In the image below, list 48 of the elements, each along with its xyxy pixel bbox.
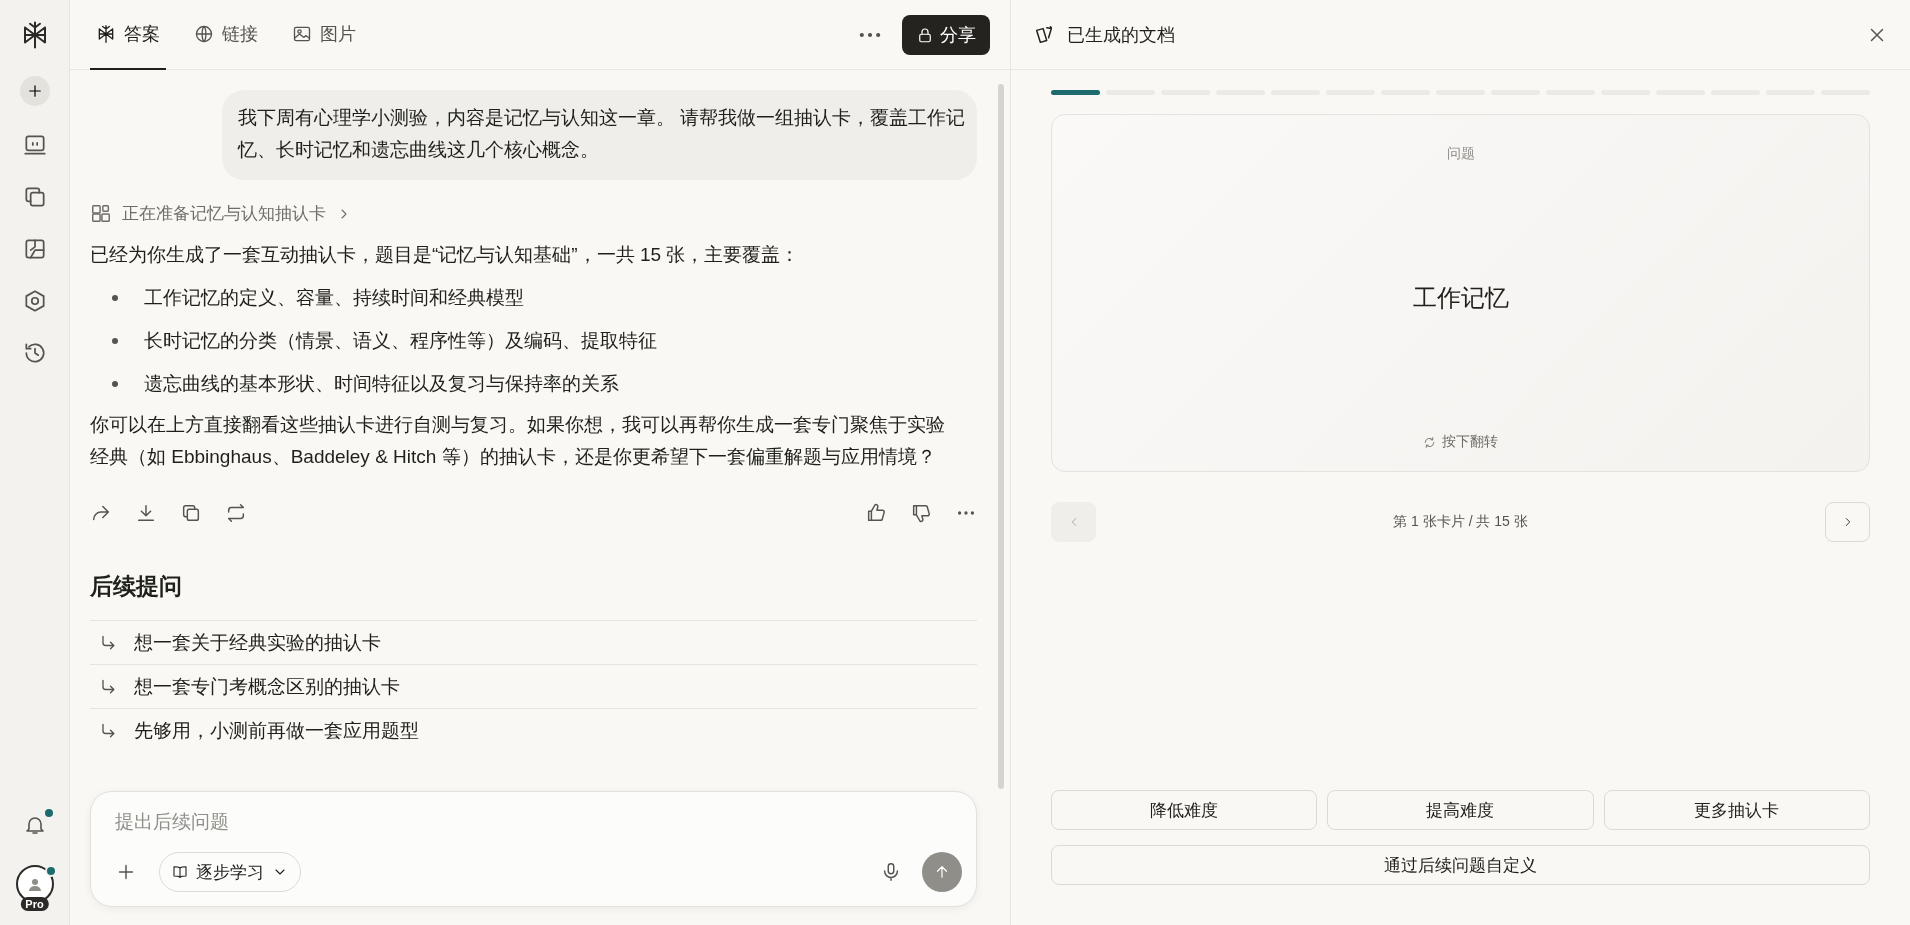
repeat-icon[interactable] (225, 502, 247, 524)
image-icon (292, 24, 312, 44)
flashcard[interactable]: 问题 工作记忆 按下翻转 (1051, 114, 1870, 472)
action-button[interactable]: 降低难度 (1051, 790, 1318, 830)
page-counter: 第 1 张卡片 / 共 15 张 (1392, 513, 1529, 531)
tab[interactable]: 图片 (286, 0, 362, 70)
new-thread-button[interactable] (19, 76, 50, 106)
blocks-icon (90, 202, 112, 225)
scrollbar[interactable] (998, 84, 1004, 789)
customize-button[interactable]: 通过后续问题自定义 (1051, 845, 1870, 885)
tab[interactable]: 链接 (188, 0, 264, 70)
list-item: 长时记忆的分类（情景、语义、程序性等）及编码、提取特征 (144, 329, 657, 353)
screen-icon[interactable] (21, 132, 48, 158)
panel-title: 已生成的文档 (1067, 23, 1176, 47)
thumbs-up-icon[interactable] (865, 502, 887, 524)
bullet-dot (112, 337, 118, 344)
logo-icon (96, 24, 116, 44)
send-button[interactable] (922, 852, 962, 892)
bullet-dot (112, 380, 118, 387)
cards-icon (1033, 23, 1055, 46)
follow-up-item[interactable]: 先够用，小测前再做一套应用题型 (90, 708, 977, 752)
download-icon[interactable] (135, 502, 157, 524)
card-term: 工作记忆 (1412, 283, 1509, 313)
action-button[interactable]: 提高难度 (1327, 790, 1594, 830)
input-field[interactable]: 提出后续问题 逐步学习 (90, 791, 977, 907)
answer-text: 已经为你生成了一套互动抽认卡，题目是“记忆与认知基础”，一共 15 张，主要覆盖： (90, 243, 801, 267)
card-label: 问题 (1446, 145, 1475, 163)
list-item: 工作记忆的定义、容量、持续时间和经典模型 (144, 286, 524, 310)
list-item: 遗忘曲线的基本形状、时间特征以及复习与保持率的关系 (144, 372, 619, 396)
share-button[interactable]: 分享 (902, 14, 990, 55)
mode-dropdown[interactable]: 逐步学习 (159, 852, 301, 892)
status-text[interactable]: 正在准备记忆与认知抽认卡 (122, 202, 326, 225)
tab[interactable]: 答案 (90, 0, 166, 70)
flip-hint-text: 按下翻转 (1442, 433, 1498, 451)
book-icon (172, 864, 188, 880)
refresh-icon (1423, 435, 1436, 449)
bullet-dot (112, 294, 118, 301)
globe-icon (194, 24, 214, 44)
copy-icon[interactable] (180, 502, 202, 524)
user-message: 我下周有心理学小测验，内容是记忆与认知这一章。 请帮我做一组抽认卡，覆盖工作记忆、长时记忆和遗忘曲线这几个核心概念。 (222, 90, 977, 180)
pro-badge: Pro (20, 897, 49, 911)
section-heading: 后续提问 (90, 572, 183, 601)
follow-up-item[interactable]: 想一套关于经典实验的抽认卡 (90, 620, 977, 664)
follow-up-item[interactable]: 想一套专门考概念区别的抽认卡 (90, 664, 977, 708)
lock-icon (916, 25, 934, 44)
thumbs-down-icon[interactable] (910, 502, 932, 524)
answer-text: 你可以在上方直接翻看这些抽认卡进行自测与复习。如果你想，我可以再帮你生成一套专门聚焦于实验经典（如 Ebbinghaus、Baddeley & Hitch 等）的抽认卡，还是你更希望下一套偏重解题与应用情境？ (90, 413, 946, 469)
action-button[interactable]: 更多抽认卡 (1603, 790, 1870, 830)
